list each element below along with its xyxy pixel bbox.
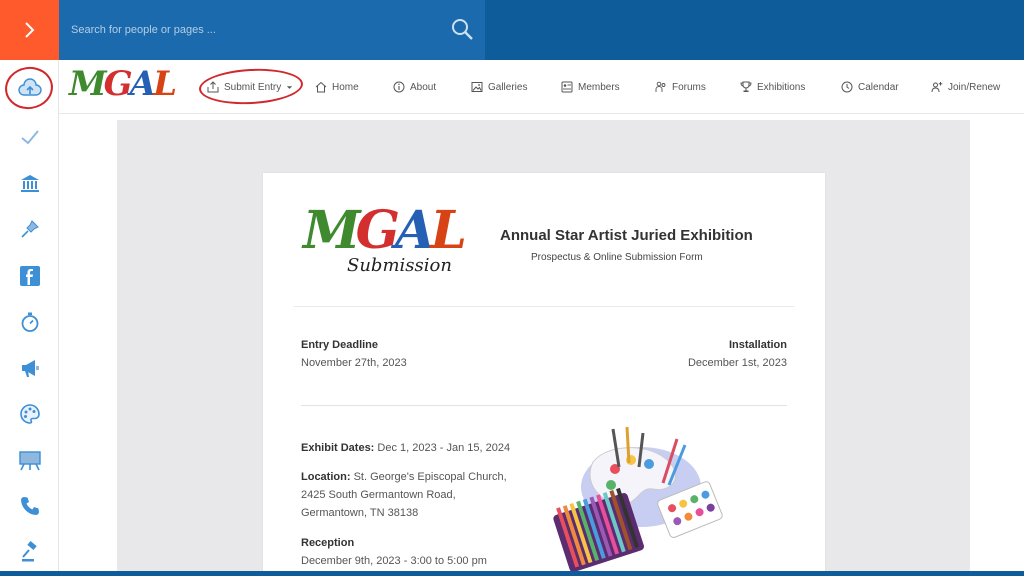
location: Location: St. George's Episcopal Church,… [301,468,507,522]
trophy-icon [740,81,752,92]
nav-submit-entry-label: Submit Entry [224,81,282,93]
cloud-upload-icon [18,78,42,96]
forums-icon [655,81,666,92]
exhibit-dates: Exhibit Dates: Dec 1, 2023 - Jan 15, 202… [301,439,510,457]
nav-about-label: About [410,81,437,93]
nav-about[interactable]: About [393,77,436,97]
chevron-right-icon [24,22,34,38]
main-nav: MGAL Submit Entry Home About Galleries M… [59,60,1024,114]
gavel-icon [22,541,37,562]
art-supplies-illustration [553,427,723,572]
add-user-icon [931,82,943,93]
phone-icon [21,497,39,515]
stopwatch-icon [21,312,39,332]
submission-logo: MGAL Submission [303,201,467,291]
left-sidebar [0,60,59,576]
brand-letter-a: A [129,64,156,104]
facebook-icon [20,266,40,286]
nav-home[interactable]: Home [315,77,359,97]
location-line1: St. George's Episcopal Church, [353,471,507,483]
exhibit-dates-label: Exhibit Dates: [301,442,375,454]
top-bar [0,0,1024,60]
deadline-value: November 27th, 2023 [301,357,407,369]
nav-galleries[interactable]: Galleries [471,77,527,97]
sidebar-item-phone[interactable] [17,493,43,519]
sidebar-item-gavel[interactable] [17,539,43,565]
nav-exhibitions-label: Exhibitions [757,81,806,93]
bottom-strip [0,571,1024,576]
megaphone-icon [22,360,39,377]
sidebar-item-pin[interactable] [17,216,43,242]
nav-join-renew[interactable]: Join/Renew [931,77,1000,97]
sidebar-item-check[interactable] [17,124,43,150]
nav-forums-label: Forums [672,81,706,93]
location-line2: 2425 South Germantown Road, [301,489,456,501]
brand-letter-l: L [153,64,177,104]
search-icon [452,19,473,40]
check-icon [21,130,39,145]
caret-down-icon [287,85,293,89]
easel-icon [19,451,41,471]
nav-members-label: Members [578,81,620,93]
card-subtitle: Prospectus & Online Submission Form [531,252,703,263]
sidebar-item-easel[interactable] [17,447,43,473]
installation-label: Installation [728,339,787,351]
reception-label: Reception [301,537,355,549]
divider [301,405,787,406]
sidebar-item-palette[interactable] [17,401,43,427]
clock-icon [841,81,853,93]
search-input[interactable] [59,0,439,60]
brand-letter-m: M [69,64,107,104]
sidebar-item-announcements[interactable] [17,355,43,381]
nav-calendar-label: Calendar [858,81,899,93]
pin-icon [21,220,39,238]
nav-submit-entry[interactable]: Submit Entry [207,77,293,97]
reception-value: December 9th, 2023 - 3:00 to 5:00 pm [301,555,487,567]
image-icon [471,82,483,92]
sidebar-item-museum[interactable] [17,170,43,196]
sidebar-item-facebook[interactable] [17,263,43,289]
submission-logo-letters: MGAL [303,200,467,261]
divider [293,306,795,307]
sidebar-toggle-button[interactable] [0,0,59,60]
nav-forums[interactable]: Forums [655,77,706,97]
nav-members[interactable]: Members [561,77,620,97]
card-title: Annual Star Artist Juried Exhibition [500,227,753,244]
sidebar-item-upload[interactable] [17,76,43,102]
submission-card: MGAL Submission Annual Star Artist Jurie… [263,173,825,572]
submission-logo-subtitle: Submission [347,255,452,276]
search-button[interactable] [451,18,475,42]
search-bar [59,0,485,60]
nav-exhibitions[interactable]: Exhibitions [740,77,805,97]
deadline-label: Entry Deadline [301,339,379,351]
location-line3: Germantown, TN 38138 [301,507,419,519]
upload-icon [207,81,219,93]
home-icon [315,81,327,93]
sidebar-item-timer[interactable] [17,309,43,335]
nav-home-label: Home [332,81,359,93]
reception: Reception December 9th, 2023 - 3:00 to 5… [301,534,487,570]
brand-logo[interactable]: MGAL [69,64,177,104]
members-icon [561,81,573,93]
nav-join-renew-label: Join/Renew [948,81,1001,93]
palette-icon [20,404,40,424]
museum-icon [21,175,39,192]
installation-value: December 1st, 2023 [687,357,787,369]
exhibit-dates-value: Dec 1, 2023 - Jan 15, 2024 [377,442,511,454]
nav-galleries-label: Galleries [488,81,528,93]
location-label: Location: [301,471,351,483]
brand-letter-g: G [103,64,133,104]
nav-calendar[interactable]: Calendar [841,77,899,97]
info-icon [393,81,405,93]
